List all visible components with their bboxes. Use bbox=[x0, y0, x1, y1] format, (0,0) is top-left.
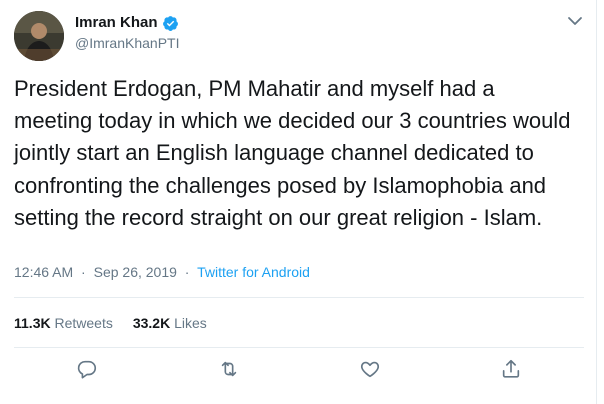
likes-stat[interactable]: 33.2K Likes bbox=[133, 314, 207, 332]
tweet-stats: 11.3K Retweets 33.2K Likes bbox=[14, 314, 207, 332]
author-name[interactable]: Imran Khan bbox=[75, 14, 158, 32]
retweets-count: 11.3K bbox=[14, 315, 51, 331]
divider bbox=[14, 347, 584, 348]
retweets-stat[interactable]: 11.3K Retweets bbox=[14, 314, 113, 332]
avatar[interactable] bbox=[14, 11, 64, 61]
meta-separator: · bbox=[81, 264, 86, 280]
meta-separator: · bbox=[184, 264, 190, 280]
retweet-button[interactable] bbox=[218, 358, 242, 382]
likes-count: 33.2K bbox=[132, 315, 171, 331]
reply-icon bbox=[77, 360, 97, 379]
author-name-row[interactable]: Imran Khan bbox=[75, 14, 179, 32]
retweets-label: Retweets bbox=[54, 315, 113, 331]
share-icon bbox=[502, 359, 520, 378]
like-icon bbox=[360, 361, 380, 378]
likes-label: Likes bbox=[174, 315, 207, 331]
author-handle[interactable]: @ImranKhanPTI bbox=[75, 34, 179, 52]
share-button[interactable] bbox=[500, 358, 524, 382]
tweet-source-link[interactable]: Twitter for Android bbox=[197, 264, 310, 280]
tweet-actions bbox=[0, 358, 597, 388]
reply-button[interactable] bbox=[76, 358, 100, 382]
tweet-meta: 12:46 AM · Sep 26, 2019 · Twitter for An… bbox=[14, 263, 310, 281]
tweet-card: Imran Khan @ImranKhanPTI President Erdog… bbox=[0, 0, 597, 404]
tweet-time[interactable]: 12:46 AM bbox=[14, 264, 73, 280]
verified-badge-icon bbox=[162, 15, 179, 32]
like-button[interactable] bbox=[359, 358, 383, 382]
tweet-text: President Erdogan, PM Mahatir and myself… bbox=[14, 76, 571, 230]
tweet-date[interactable]: Sep 26, 2019 bbox=[94, 264, 177, 280]
retweet-icon bbox=[221, 361, 237, 377]
chevron-down-icon[interactable] bbox=[566, 14, 584, 28]
divider bbox=[14, 297, 584, 298]
